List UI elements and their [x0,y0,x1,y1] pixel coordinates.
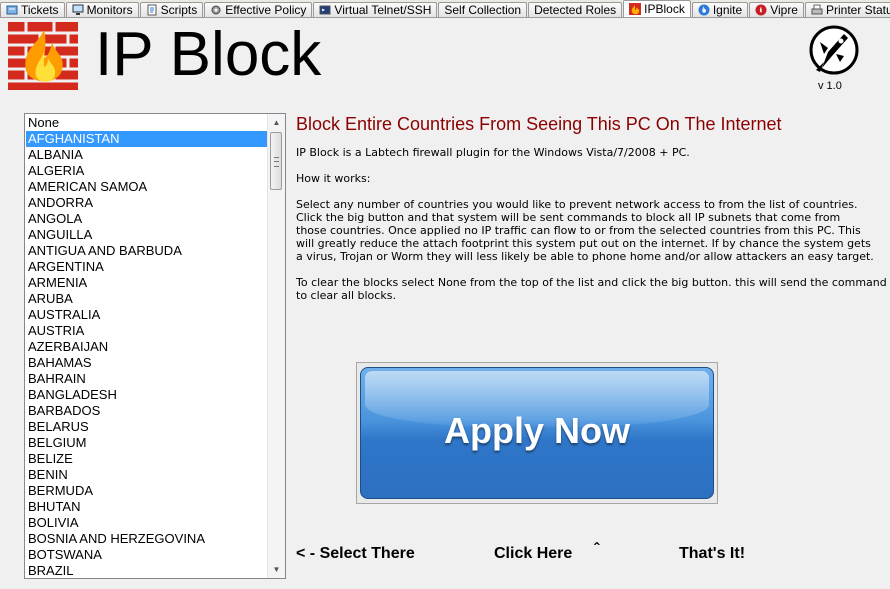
panel-headline: Block Entire Countries From Seeing This … [296,114,782,134]
click-here-hint: Click Here [494,545,573,562]
vipre-icon [755,4,767,16]
scroll-down-arrow-icon[interactable]: ▼ [268,561,285,578]
clear-line: to clear all blocks. [296,289,396,302]
list-item[interactable]: ANDORRA [26,195,269,211]
list-item[interactable]: BELIZE [26,451,269,467]
tab-label: Virtual Telnet/SSH [334,3,432,17]
list-item[interactable]: BAHRAIN [26,371,269,387]
list-item[interactable]: BHUTAN [26,499,269,515]
clear-line: To clear the blocks select None from the… [296,276,887,289]
tab-vipre[interactable]: Vipre [749,2,804,17]
list-item[interactable]: BARBADOS [26,403,269,419]
tab-label: Self Collection [444,3,522,17]
scripts-icon [146,4,158,16]
list-item[interactable]: AMERICAN SAMOA [26,179,269,195]
clear-instructions-text: To clear the blocks select None from the… [296,276,887,302]
list-item[interactable]: BAHAMAS [26,355,269,371]
list-item[interactable]: BOTSWANA [26,547,269,563]
version-label: v 1.0 [818,80,842,92]
list-item[interactable]: AFGHANISTAN [26,131,269,147]
policy-icon [210,4,222,16]
tab-label: Tickets [21,3,59,17]
scroll-up-arrow-icon[interactable]: ▲ [268,114,285,131]
ignite-icon [698,4,710,16]
how-title-line: How it works: [296,172,371,185]
intro-line: IP Block is a Labtech firewall plugin fo… [296,146,690,159]
app-title: IP Block [95,20,322,89]
tab-bar: Tickets Monitors Scripts Effective Policy Vi… [0,0,890,18]
list-item[interactable]: BELGIUM [26,435,269,451]
tab-printer-status[interactable]: Printer Status [804,2,890,17]
caret-hint: ˆ [594,541,600,558]
tab-virtual-telnet-ssh[interactable]: Virtual Telnet/SSH [313,2,438,17]
list-item[interactable]: BOLIVIA [26,515,269,531]
rocket-emblem-icon [808,22,860,80]
list-item[interactable]: ALGERIA [26,163,269,179]
tab-label: Printer Status [825,3,890,17]
list-item[interactable]: ANTIGUA AND BARBUDA [26,243,269,259]
tab-ignite[interactable]: Ignite [691,2,749,17]
intro-text: IP Block is a Labtech firewall plugin fo… [296,146,826,159]
tab-label: Monitors [86,3,133,17]
list-item[interactable]: AZERBAIJAN [26,339,269,355]
thats-it-hint: That's It! [679,545,746,562]
tab-label: Vipre [770,3,798,17]
tab-label: IPBlock [644,2,685,16]
tab-tickets[interactable]: Tickets [0,2,65,17]
monitors-icon [72,4,84,16]
tab-label: Detected Roles [534,3,617,17]
scroll-thumb[interactable] [270,132,282,190]
apply-now-label: Apply Now [444,410,630,451]
list-scrollbar[interactable]: ▲ ▼ [267,114,285,578]
tab-detected-roles[interactable]: Detected Roles [528,2,623,17]
tab-label: Ignite [712,3,743,17]
list-item[interactable]: ARMENIA [26,275,269,291]
tab-self-collection[interactable]: Self Collection [438,2,528,17]
tab-monitors[interactable]: Monitors [65,2,139,17]
how-line: a virus, Trojan or Worm they will less l… [296,250,874,263]
ipblock-icon [629,3,642,15]
country-list-items: None AFGHANISTAN ALBANIA ALGERIA AMERICAN SA… [26,115,269,578]
tab-label: Scripts [160,3,198,17]
list-item[interactable]: BELARUS [26,419,269,435]
tab-ipblock[interactable]: IPBlock [623,0,691,17]
list-item[interactable]: AUSTRIA [26,323,269,339]
apply-now-button[interactable]: Apply Now [360,367,714,499]
how-line: Click the big button and that system wil… [296,211,841,224]
tab-effective-policy[interactable]: Effective Policy [204,2,313,17]
list-item[interactable]: ALBANIA [26,147,269,163]
how-line: Select any number of countries you would… [296,198,858,211]
how-it-works-text: Select any number of countries you would… [296,198,874,263]
how-line: will greatly reduce the attach footprint… [296,237,871,250]
tab-label: Effective Policy [225,3,307,17]
country-listbox[interactable]: None AFGHANISTAN ALBANIA ALGERIA AMERICAN SA… [24,113,286,579]
tickets-icon [6,4,18,16]
list-item[interactable]: ARUBA [26,291,269,307]
list-item[interactable]: ANGOLA [26,211,269,227]
list-item[interactable]: BANGLADESH [26,387,269,403]
terminal-icon [319,4,331,16]
list-item[interactable]: AUSTRALIA [26,307,269,323]
how-line: those countries. Once applied no IP traf… [296,224,861,237]
tab-scripts[interactable]: Scripts [139,2,204,17]
printer-icon [811,4,823,16]
apply-button-frame: Apply Now [356,362,718,504]
list-item[interactable]: None [26,115,269,131]
list-item[interactable]: BENIN [26,467,269,483]
list-item[interactable]: BOSNIA AND HERZEGOVINA [26,531,269,547]
list-item[interactable]: ARGENTINA [26,259,269,275]
select-there-hint: < - Select There [296,545,415,562]
how-title: How it works: [296,172,826,185]
list-item[interactable]: ANGUILLA [26,227,269,243]
list-item[interactable]: BRAZIL [26,563,269,578]
firewall-flame-icon [8,22,78,90]
list-item[interactable]: BERMUDA [26,483,269,499]
